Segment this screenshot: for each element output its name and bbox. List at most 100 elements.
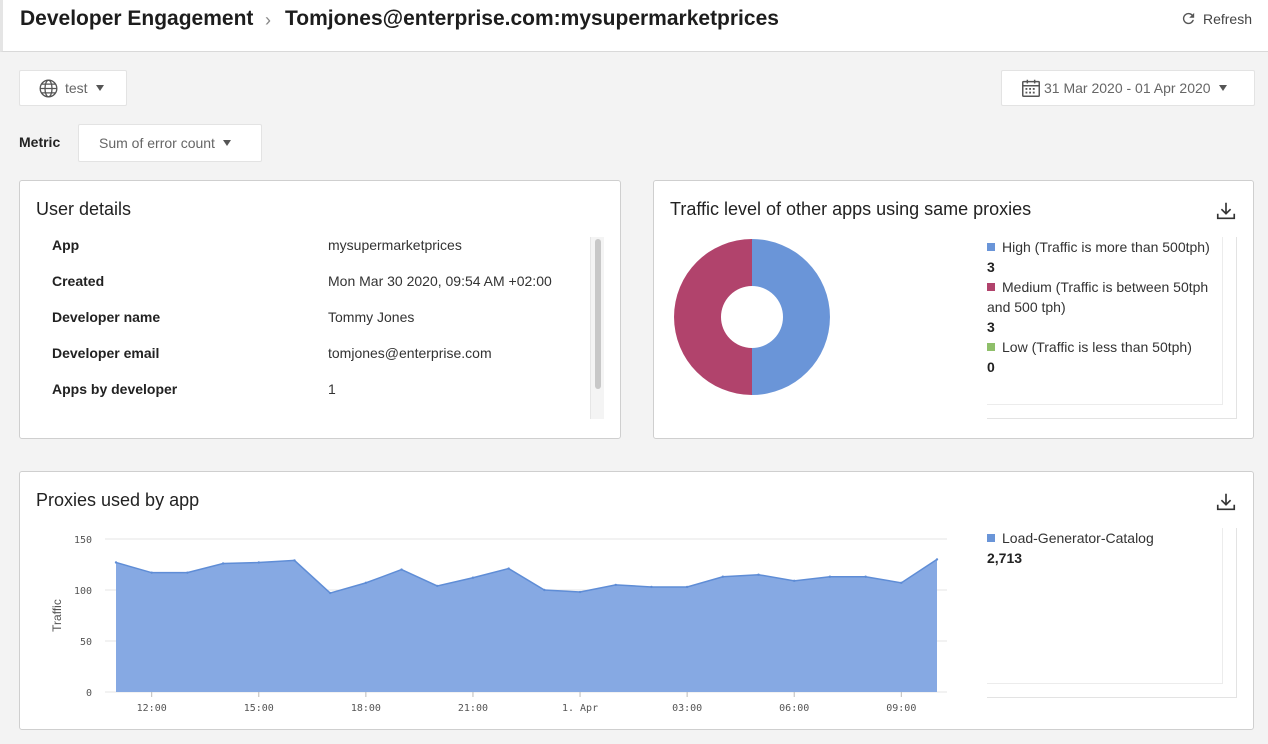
donut-slice[interactable] <box>674 239 752 395</box>
detail-value: Mon Mar 30 2020, 09:54 AM +02:00 <box>328 273 552 289</box>
legend-item-low[interactable]: Low (Traffic is less than 50tph) <box>987 337 1222 357</box>
data-point[interactable] <box>721 575 725 578</box>
detail-row: Apps by developer 1 <box>52 379 592 415</box>
legend-label: High (Traffic is more than 500tph) <box>1002 239 1210 255</box>
data-point[interactable] <box>186 571 189 574</box>
y-tick-label: 100 <box>74 586 92 597</box>
data-point[interactable] <box>900 581 903 585</box>
detail-row: Developer email tomjones@enterprise.com <box>52 343 592 379</box>
legend-scroll-area: Load-Generator-Catalog 2,713 <box>987 528 1223 684</box>
environment-dropdown[interactable]: test <box>19 70 127 106</box>
x-tick-label: 1. Apr <box>562 703 598 714</box>
proxies-legend: Load-Generator-Catalog 2,713 <box>987 528 1237 698</box>
download-icon[interactable] <box>1215 491 1237 513</box>
breadcrumb-current: Tomjones@enterprise.com:mysupermarketpri… <box>285 7 779 30</box>
data-point[interactable] <box>257 561 260 564</box>
x-tick-label: 12:00 <box>137 703 167 714</box>
x-tick-label: 21:00 <box>458 703 488 714</box>
traffic-legend: High (Traffic is more than 500tph) 3 Med… <box>987 237 1237 419</box>
data-point[interactable] <box>364 581 368 585</box>
x-tick-label: 03:00 <box>672 703 702 714</box>
data-point[interactable] <box>150 571 153 574</box>
data-point[interactable] <box>471 576 475 579</box>
detail-key: Apps by developer <box>52 381 178 397</box>
traffic-donut-chart <box>674 239 830 395</box>
data-point[interactable] <box>614 583 617 587</box>
calendar-icon <box>1022 79 1040 97</box>
globe-icon <box>39 79 58 97</box>
card-title: User details <box>36 199 132 219</box>
data-point[interactable] <box>543 588 546 592</box>
data-point[interactable] <box>793 579 796 583</box>
detail-row: App mysupermarketprices <box>52 235 592 271</box>
x-tick-label: 09:00 <box>886 703 916 714</box>
chevron-down-icon <box>95 85 104 91</box>
detail-row: Developer name Tommy Jones <box>52 307 592 343</box>
y-axis-label: Traffic <box>50 599 64 632</box>
legend-label: Load-Generator-Catalog <box>1002 530 1154 546</box>
details-scrollbar[interactable] <box>590 237 604 419</box>
legend-value: 0 <box>987 359 995 375</box>
data-point[interactable] <box>864 575 867 578</box>
data-point[interactable] <box>828 575 832 578</box>
x-tick-label: 06:00 <box>779 703 809 714</box>
download-icon[interactable] <box>1215 200 1237 222</box>
detail-value: Tommy Jones <box>328 309 415 325</box>
detail-key: App <box>52 237 80 253</box>
detail-value: mysupermarketprices <box>328 237 462 253</box>
detail-key: Developer email <box>52 345 160 361</box>
legend-item-load-generator[interactable]: Load-Generator-Catalog <box>987 528 1222 548</box>
metric-value: Sum of error count <box>99 135 215 151</box>
user-details-card: User details App mysupermarketprices Cre… <box>19 180 621 439</box>
traffic-level-card: Traffic level of other apps using same p… <box>653 180 1254 439</box>
legend-label: Medium (Traffic is between 50tph and 500… <box>987 279 1209 315</box>
card-title: Proxies used by app <box>36 490 200 510</box>
y-tick-label: 150 <box>74 535 92 546</box>
data-point[interactable] <box>400 568 403 571</box>
detail-value: tomjones@enterprise.com <box>328 345 492 361</box>
data-point[interactable] <box>757 573 760 576</box>
data-point[interactable] <box>328 591 332 595</box>
environment-value: test <box>65 80 88 96</box>
chevron-down-icon <box>222 140 231 146</box>
x-tick-label: 15:00 <box>244 703 274 714</box>
legend-swatch <box>987 534 995 542</box>
y-tick-label: 0 <box>86 688 92 699</box>
card-title: Traffic level of other apps using same p… <box>670 199 1032 219</box>
x-tick-label: 18:00 <box>351 703 381 714</box>
legend-value: 3 <box>987 319 995 335</box>
legend-label: Low (Traffic is less than 50tph) <box>1002 339 1192 355</box>
y-tick-label: 50 <box>80 637 92 648</box>
detail-value: 1 <box>328 381 336 397</box>
data-point[interactable] <box>650 585 653 589</box>
metric-dropdown[interactable]: Sum of error count <box>78 124 262 162</box>
proxies-card: Proxies used by app 0 50 100 150 12:00 15:00 1… <box>19 471 1254 730</box>
proxies-area-chart: 0 50 100 150 12:00 15:00 18:00 21:00 1. Apr 03:00… <box>50 535 947 714</box>
data-point[interactable] <box>114 561 118 564</box>
chevron-down-icon <box>1218 85 1227 91</box>
scrollbar-thumb[interactable] <box>595 239 601 389</box>
date-range-dropdown[interactable]: 31 Mar 2020 - 01 Apr 2020 <box>1001 70 1255 106</box>
legend-item-medium[interactable]: Medium (Traffic is between 50tph and 500… <box>987 277 1222 317</box>
data-point[interactable] <box>221 562 225 565</box>
data-point[interactable] <box>507 567 510 570</box>
detail-row: Created Mon Mar 30 2020, 09:54 AM +02:00 <box>52 271 592 307</box>
breadcrumb-root[interactable]: Developer Engagement <box>20 7 253 31</box>
metric-label: Metric <box>19 134 61 150</box>
data-point[interactable] <box>685 585 689 589</box>
donut-slice[interactable] <box>752 239 830 395</box>
data-point[interactable] <box>293 559 296 562</box>
top-bar: Developer Engagement › Tomjones@enterpri… <box>0 0 1268 52</box>
data-point[interactable] <box>436 584 439 588</box>
data-point[interactable] <box>578 590 582 594</box>
legend-scroll-area: High (Traffic is more than 500tph) 3 Med… <box>987 237 1223 405</box>
details-list: App mysupermarketprices Created Mon Mar … <box>52 235 592 415</box>
refresh-icon <box>1182 12 1195 25</box>
refresh-button[interactable]: Refresh <box>1180 10 1252 27</box>
legend-value: 3 <box>987 259 995 275</box>
detail-key: Created <box>52 273 105 289</box>
legend-item-high[interactable]: High (Traffic is more than 500tph) <box>987 237 1222 257</box>
legend-swatch <box>987 343 995 351</box>
data-point[interactable] <box>935 558 939 561</box>
refresh-label: Refresh <box>1202 10 1252 27</box>
